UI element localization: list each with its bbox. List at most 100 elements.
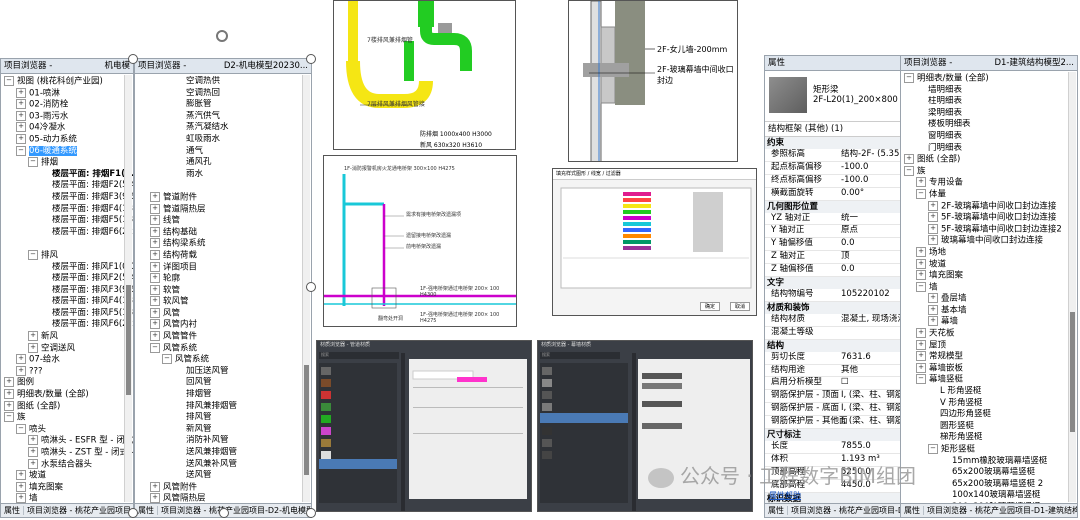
- tree-item[interactable]: +05-动力系统: [1, 133, 133, 146]
- property-row[interactable]: 结构物编号 105220102: [765, 289, 901, 302]
- tree-item[interactable]: 蒸汽供气: [135, 111, 311, 123]
- tree-item[interactable]: 回风管: [135, 377, 311, 389]
- collapse-icon[interactable]: −: [916, 281, 926, 292]
- expand-icon[interactable]: +: [150, 226, 160, 237]
- collapse-icon[interactable]: −: [916, 188, 926, 199]
- tree-item[interactable]: 新风管: [135, 424, 311, 436]
- property-value[interactable]: 0.0: [841, 238, 855, 250]
- expand-icon[interactable]: +: [928, 223, 938, 234]
- tree-item[interactable]: 雨水: [135, 169, 311, 181]
- property-row[interactable]: 注释: [765, 517, 901, 518]
- tab-project-browser[interactable]: 项目浏览器 - 桃花产业园项目-D2-机电模型20...: [158, 506, 311, 515]
- tree-item[interactable]: 通风孔: [135, 157, 311, 169]
- tree-item[interactable]: 门明细表: [901, 143, 1077, 155]
- properties-help-link[interactable]: 属性帮助: [769, 490, 801, 501]
- tree-item[interactable]: 通气: [135, 146, 311, 158]
- expand-icon[interactable]: +: [928, 304, 938, 315]
- tree-item[interactable]: 楼层平面: 排烟F3(9.6): [1, 192, 133, 204]
- property-value[interactable]: 7631.6: [841, 352, 871, 364]
- instance-filter[interactable]: 结构框架 (其他) (1): [765, 122, 901, 137]
- tree-item[interactable]: 楼层平面: 排烟F6(22.2): [1, 227, 133, 239]
- tree-item[interactable]: + 新风: [1, 331, 133, 343]
- expand-icon[interactable]: +: [16, 110, 26, 121]
- expand-icon[interactable]: +: [16, 354, 26, 365]
- expand-icon[interactable]: +: [28, 331, 38, 342]
- tree-item[interactable]: +07-给水: [1, 354, 133, 366]
- scrollbar[interactable]: [1068, 72, 1076, 502]
- tree-item[interactable]: − 排烟: [1, 157, 133, 169]
- tree-item[interactable]: + 图例: [1, 377, 133, 389]
- tree-item[interactable]: 空调热回: [135, 88, 311, 100]
- collapse-icon[interactable]: −: [928, 444, 938, 454]
- scroll-thumb[interactable]: [304, 365, 309, 475]
- tree-item[interactable]: 楼层平面: 排风F1(0.00): [1, 262, 133, 274]
- property-value[interactable]: ☐: [841, 377, 849, 389]
- tree-item[interactable]: 15mm橡胶玻璃幕墙竖梃: [901, 456, 1077, 468]
- property-value[interactable]: 结构-2F- (5.35): [841, 149, 901, 161]
- collapse-icon[interactable]: −: [16, 145, 26, 156]
- tree-item[interactable]: + 风管: [135, 307, 311, 320]
- resize-handle[interactable]: [306, 54, 316, 64]
- collapse-icon[interactable]: −: [916, 374, 926, 385]
- tree-item[interactable]: L 形角竖梃: [901, 386, 1077, 398]
- property-value[interactable]: 105220102: [841, 289, 890, 301]
- property-category[interactable]: 材质和装饰: [765, 301, 901, 314]
- expand-icon[interactable]: +: [916, 351, 926, 362]
- property-row[interactable]: Z 轴偏移值 0.0: [765, 264, 901, 278]
- tree-item[interactable]: − 风管系统: [135, 354, 311, 366]
- tree-item[interactable]: + 软管: [135, 284, 311, 297]
- property-row[interactable]: 启用分析模型 ☐: [765, 377, 901, 391]
- expand-icon[interactable]: +: [150, 331, 160, 342]
- expand-icon[interactable]: +: [150, 307, 160, 318]
- expand-icon[interactable]: +: [150, 238, 160, 249]
- expand-icon[interactable]: +: [150, 296, 160, 307]
- tree-item[interactable]: + 叠层墙: [901, 293, 1077, 305]
- expand-icon[interactable]: +: [150, 284, 160, 295]
- tree-item[interactable]: +2F-玻璃幕墙中间收口封边连接: [901, 200, 1077, 213]
- tree-item[interactable]: + 结构荷载: [135, 249, 311, 262]
- tree-item[interactable]: 四边形角竖梃: [901, 409, 1077, 421]
- tree-item[interactable]: 楼层平面: 排风F5(18.00: [1, 308, 133, 320]
- tab-project-browser[interactable]: 项目浏览器 - 桃花产业园项目-D1-建筑结构...: [788, 506, 901, 515]
- tab-properties[interactable]: 属性: [901, 506, 924, 515]
- expand-icon[interactable]: +: [28, 435, 38, 446]
- tree-item[interactable]: + 风管附件: [135, 481, 311, 494]
- property-value[interactable]: 顶: [841, 251, 850, 263]
- tree-item[interactable]: − 墙: [901, 281, 1077, 294]
- tree-item[interactable]: + 结构基础: [135, 226, 311, 239]
- expand-icon[interactable]: +: [150, 493, 160, 504]
- property-row[interactable]: Y 轴对正 原点: [765, 225, 901, 239]
- property-value[interactable]: 混凝土, 现场浇注: [841, 314, 901, 326]
- tree-item[interactable]: − 体量: [901, 188, 1077, 201]
- tree-item[interactable]: +屋顶: [901, 339, 1077, 352]
- tab-properties[interactable]: 属性: [765, 506, 788, 515]
- property-value[interactable]: 0.00°: [841, 188, 864, 200]
- resize-handle[interactable]: [306, 282, 316, 292]
- scroll-thumb[interactable]: [126, 285, 131, 395]
- expand-icon[interactable]: +: [4, 377, 14, 388]
- expand-icon[interactable]: +: [150, 261, 160, 272]
- expand-icon[interactable]: +: [28, 342, 38, 353]
- tree-item[interactable]: 加压送风管: [135, 366, 311, 378]
- tree-item[interactable]: 圆形竖梃: [901, 421, 1077, 433]
- tree-item[interactable]: 墙明细表: [901, 85, 1077, 97]
- expand-icon[interactable]: +: [150, 481, 160, 492]
- resize-handle[interactable]: [128, 54, 138, 64]
- property-row[interactable]: 终点标高偏移 -100.0: [765, 175, 901, 188]
- expand-icon[interactable]: +: [150, 249, 160, 260]
- collapse-icon[interactable]: −: [28, 249, 38, 260]
- tree-item[interactable]: 消防补风管: [135, 435, 311, 447]
- tree-item[interactable]: + 幕墙: [901, 316, 1077, 328]
- tree-item[interactable]: 65x200玻璃幕墙竖梃 2: [901, 479, 1077, 491]
- tree-item[interactable]: − 族: [901, 165, 1077, 178]
- expand-icon[interactable]: +: [150, 215, 160, 226]
- property-row[interactable]: Z 轴对正 顶: [765, 251, 901, 265]
- tree-item[interactable]: +天花板: [901, 328, 1077, 340]
- expand-icon[interactable]: +: [928, 200, 938, 211]
- tree-item[interactable]: + 管道附件: [135, 191, 311, 204]
- tree-item[interactable]: − 喷头: [1, 423, 133, 436]
- tree-item[interactable]: − 视图 (桃花科创产业园): [1, 76, 133, 88]
- tree-item[interactable]: + 幕墙嵌板: [901, 362, 1077, 375]
- property-value[interactable]: -100.0: [841, 162, 868, 174]
- tree-item[interactable]: 送风兼补风管: [135, 459, 311, 471]
